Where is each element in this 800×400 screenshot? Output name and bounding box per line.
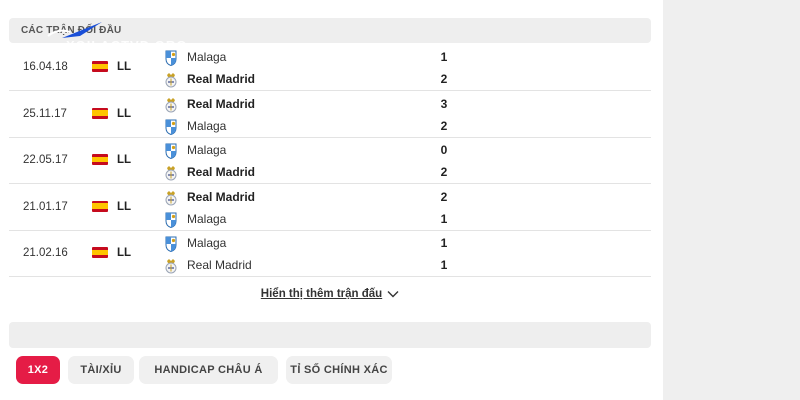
malaga-crest-icon bbox=[165, 236, 177, 252]
team-line: Malaga 1 bbox=[164, 234, 624, 254]
spain-flag-icon bbox=[92, 247, 108, 258]
team-name: Real Madrid bbox=[187, 258, 252, 272]
team-name: Real Madrid bbox=[187, 189, 256, 204]
team-score: 1 bbox=[440, 211, 448, 226]
show-more-link[interactable]: Hiển thị thêm trận đấu bbox=[261, 288, 399, 300]
match-row[interactable]: 25.11.17 LL Real Madrid 3 Malaga 2 bbox=[9, 92, 651, 138]
team-score: 2 bbox=[440, 118, 448, 133]
main-content: CÁC TRẬN ĐỐI ĐẦU XOILACTVD.ORG 16.04.18 L… bbox=[0, 0, 663, 400]
team-line: Real Madrid 1 bbox=[164, 256, 624, 276]
match-row[interactable]: 22.05.17 LL Malaga 0 Real Madrid 2 bbox=[9, 138, 651, 184]
competition-label: LL bbox=[117, 247, 132, 259]
tab-correct-score[interactable]: TỈ SỐ CHÍNH XÁC bbox=[286, 356, 392, 384]
team-score: 2 bbox=[440, 189, 448, 204]
team-line: Malaga 2 bbox=[164, 117, 624, 137]
team-score: 1 bbox=[440, 50, 448, 64]
match-date: 21.01.17 bbox=[23, 200, 68, 213]
real-madrid-crest-icon bbox=[165, 97, 177, 112]
match-row[interactable]: 16.04.18 LL Malaga 1 Real Madrid 2 bbox=[9, 45, 651, 91]
spain-flag-icon bbox=[92, 200, 108, 212]
malaga-crest-icon bbox=[165, 119, 177, 135]
match-date: 25.11.17 bbox=[23, 107, 67, 120]
team-name: Malaga bbox=[187, 236, 227, 250]
match-date: 16.04.18 bbox=[23, 61, 68, 73]
tab-1x2[interactable]: 1X2 bbox=[16, 356, 60, 384]
team-name: Malaga bbox=[187, 118, 227, 133]
team-line: Real Madrid 2 bbox=[164, 70, 624, 90]
real-madrid-crest-icon bbox=[165, 166, 177, 181]
match-row[interactable]: 21.01.17 LL Real Madrid 2 Malaga 1 bbox=[9, 185, 651, 231]
section-divider-bar bbox=[9, 322, 651, 348]
real-madrid-crest-icon bbox=[165, 73, 177, 88]
real-madrid-crest-icon bbox=[165, 259, 177, 274]
spain-flag-icon bbox=[92, 154, 108, 165]
show-more-row: Hiển thị thêm trận đấu bbox=[0, 288, 660, 300]
tab-asian-handicap[interactable]: HANDICAP CHÂU Á bbox=[139, 356, 278, 384]
team-line: Malaga 1 bbox=[164, 210, 624, 230]
team-name: Real Madrid bbox=[187, 96, 256, 111]
team-name: Malaga bbox=[187, 143, 227, 157]
malaga-crest-icon bbox=[165, 50, 177, 66]
team-score: 1 bbox=[440, 258, 448, 272]
team-score: 3 bbox=[440, 96, 448, 111]
team-name: Real Madrid bbox=[187, 165, 256, 179]
chevron-down-icon bbox=[387, 291, 399, 298]
team-line: Malaga 0 bbox=[164, 141, 624, 161]
competition-label: LL bbox=[117, 61, 132, 73]
right-sidebar bbox=[663, 0, 800, 400]
team-line: Real Madrid 3 bbox=[164, 95, 624, 115]
spain-flag-icon bbox=[92, 61, 108, 72]
show-more-label: Hiển thị thêm trận đấu bbox=[260, 288, 383, 300]
team-name: Malaga bbox=[187, 211, 227, 226]
malaga-crest-icon bbox=[165, 212, 177, 228]
team-line: Malaga 1 bbox=[164, 48, 624, 68]
team-name: Real Madrid bbox=[187, 72, 256, 86]
competition-label: LL bbox=[117, 154, 132, 166]
team-line: Real Madrid 2 bbox=[164, 163, 624, 183]
match-row[interactable]: 21.02.16 LL Malaga 1 Real Madrid 1 bbox=[9, 231, 651, 277]
tab-over-under[interactable]: TÀI/XỈU bbox=[68, 356, 134, 384]
team-line: Real Madrid 2 bbox=[164, 188, 624, 208]
team-name: Malaga bbox=[187, 50, 227, 64]
spain-flag-icon bbox=[92, 107, 108, 119]
team-score: 2 bbox=[440, 165, 448, 179]
page: CÁC TRẬN ĐỐI ĐẦU XOILACTVD.ORG 16.04.18 L… bbox=[0, 0, 800, 400]
team-score: 0 bbox=[440, 143, 448, 157]
match-date: 22.05.17 bbox=[23, 154, 68, 166]
match-date: 21.02.16 bbox=[23, 247, 68, 259]
malaga-crest-icon bbox=[165, 143, 177, 159]
competition-label: LL bbox=[117, 200, 132, 213]
competition-label: LL bbox=[117, 107, 132, 120]
real-madrid-crest-icon bbox=[165, 190, 177, 205]
team-score: 1 bbox=[440, 236, 448, 250]
team-score: 2 bbox=[440, 72, 448, 86]
